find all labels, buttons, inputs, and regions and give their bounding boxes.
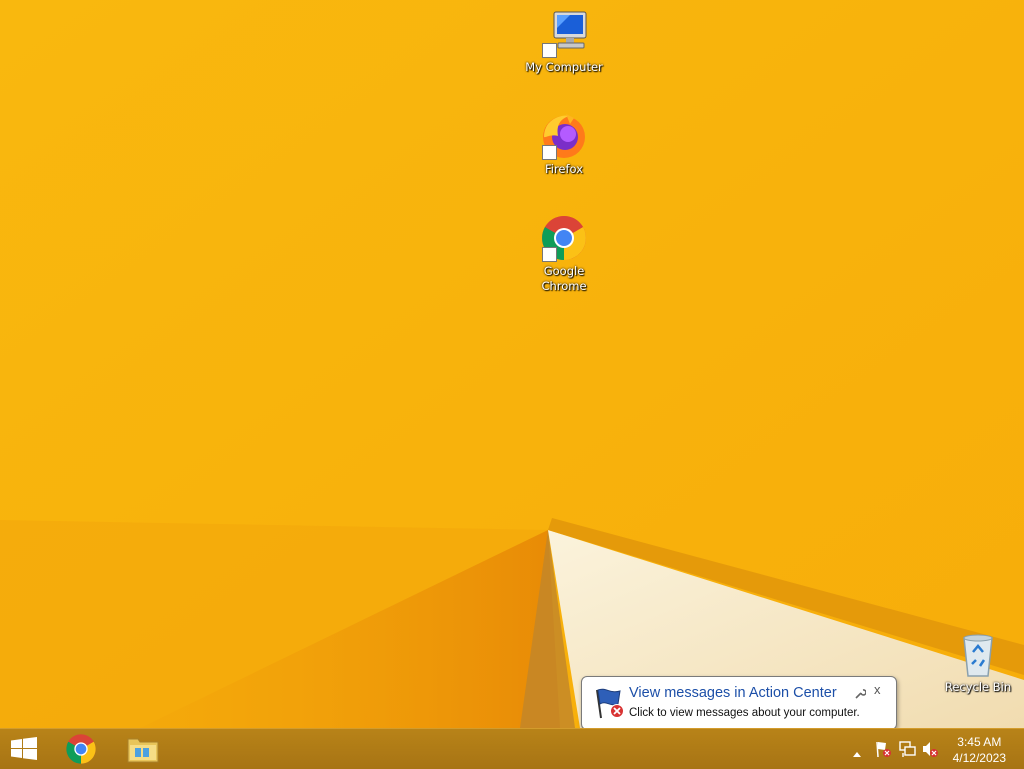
network-icon[interactable] [898, 740, 916, 762]
shortcut-arrow-icon [542, 145, 557, 160]
desktop-icon-recycle-bin[interactable]: Recycle Bin [938, 630, 1018, 695]
balloon-body: Click to view messages about your comput… [629, 707, 860, 719]
recycle-bin-icon [954, 630, 1002, 678]
windows-logo-icon [11, 737, 37, 760]
wallpaper [0, 0, 1024, 728]
desktop-icon-label: Recycle Bin [944, 680, 1012, 694]
shortcut-arrow-icon [542, 43, 557, 58]
start-button[interactable] [0, 729, 48, 769]
firefox-icon [540, 112, 588, 160]
action-center-tray-icon[interactable] [874, 740, 892, 762]
clock-date: 4/12/2023 [952, 751, 1006, 765]
clock[interactable]: 3:45 AM 4/12/2023 [953, 734, 1006, 766]
desktop-icon-firefox[interactable]: Firefox [524, 112, 604, 177]
action-center-flag-icon [592, 686, 626, 724]
desktop-icon-google-chrome[interactable]: Google Chrome [524, 214, 604, 294]
clock-time: 3:45 AM [957, 735, 1002, 749]
desktop-icon-label: Firefox [544, 162, 584, 176]
desktop-icon-my-computer[interactable]: My Computer [524, 10, 604, 75]
desktop-icon-label: Google Chrome [541, 264, 587, 293]
taskbar-chrome-button[interactable] [56, 729, 106, 769]
shortcut-arrow-icon [542, 247, 557, 262]
show-hidden-icons-chevron[interactable] [852, 743, 862, 762]
desktop[interactable]: My Computer Firefox Google Chrome Recycl… [0, 0, 1024, 728]
taskbar-file-explorer-button[interactable] [118, 729, 168, 769]
action-center-notification-balloon[interactable]: View messages in Action Center Click to … [581, 676, 897, 730]
taskbar: 3:45 AM 4/12/2023 [0, 728, 1024, 769]
folder-icon [127, 738, 159, 763]
settings-wrench-icon[interactable] [854, 685, 867, 704]
balloon-title[interactable]: View messages in Action Center [629, 685, 837, 701]
chrome-icon [540, 214, 588, 262]
close-button[interactable]: x [874, 682, 881, 697]
volume-muted-icon[interactable] [921, 740, 939, 762]
computer-icon [540, 10, 588, 58]
chrome-icon [66, 734, 96, 764]
desktop-icon-label: My Computer [525, 60, 603, 74]
